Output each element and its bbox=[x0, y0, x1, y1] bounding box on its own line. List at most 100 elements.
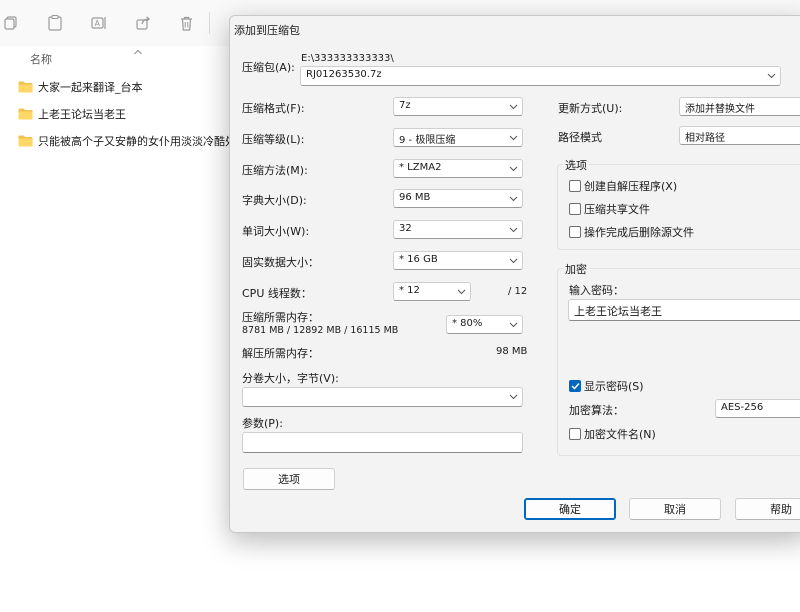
file-name: 只能被高个子又安静的女仆用淡淡冷酷处 bbox=[38, 135, 233, 148]
format-value: 7z bbox=[399, 100, 411, 111]
method-select[interactable]: * LZMA2 bbox=[393, 159, 523, 178]
level-label: 压缩等级(L): bbox=[242, 133, 305, 146]
cpu-select[interactable]: * 12 bbox=[393, 282, 471, 301]
checkbox-box bbox=[569, 226, 581, 238]
options-button[interactable]: 选项 bbox=[243, 468, 335, 490]
split-label: 分卷大小，字节(V): bbox=[242, 372, 339, 385]
help-button[interactable]: 帮助 bbox=[735, 498, 800, 520]
paste-icon[interactable] bbox=[44, 12, 66, 34]
copy-icon[interactable] bbox=[0, 12, 22, 34]
checkmark-icon bbox=[570, 382, 580, 390]
column-name-label: 名称 bbox=[30, 53, 52, 66]
folder-icon bbox=[18, 81, 33, 93]
rename-icon[interactable]: A bbox=[88, 12, 110, 34]
chevron-down-icon bbox=[509, 392, 518, 403]
shared-files-label: 压缩共享文件 bbox=[584, 203, 650, 216]
shared-files-checkbox[interactable]: 压缩共享文件 bbox=[569, 201, 650, 217]
format-label: 压缩格式(F): bbox=[242, 102, 305, 115]
delete-source-label: 操作完成后删除源文件 bbox=[584, 226, 694, 239]
delete-source-checkbox[interactable]: 操作完成后删除源文件 bbox=[569, 224, 694, 240]
password-value: 上老王论坛当老王 bbox=[574, 305, 662, 318]
chevron-down-icon bbox=[767, 71, 776, 82]
sfx-checkbox[interactable]: 创建自解压程序(X) bbox=[569, 178, 677, 194]
share-icon[interactable] bbox=[132, 12, 154, 34]
show-password-checkbox[interactable]: 显示密码(S) bbox=[569, 378, 644, 394]
folder-icon bbox=[18, 108, 33, 120]
column-header[interactable]: 名称 bbox=[0, 46, 230, 68]
word-select[interactable]: 32 bbox=[393, 220, 523, 239]
level-select[interactable]: 9 - 极限压缩 bbox=[393, 128, 523, 147]
cpu-label: CPU 线程数： bbox=[242, 287, 312, 300]
file-item[interactable]: 只能被高个子又安静的女仆用淡淡冷酷处 bbox=[18, 131, 233, 151]
chevron-down-icon bbox=[509, 102, 518, 113]
archive-path: E:\333333333333\ bbox=[301, 53, 394, 64]
mem-compress-select[interactable]: * 80% bbox=[446, 315, 523, 334]
file-name: 大家一起来翻译_台本 bbox=[38, 81, 143, 94]
mem-compress-value: * 80% bbox=[452, 318, 483, 329]
update-mode-select[interactable]: 添加并替换文件 bbox=[679, 97, 800, 116]
encrypt-names-label: 加密文件名(N) bbox=[584, 428, 656, 441]
svg-text:A: A bbox=[95, 19, 101, 28]
checkbox-checked bbox=[569, 380, 581, 392]
word-label: 单词大小(W): bbox=[242, 225, 310, 238]
level-value: 9 - 极限压缩 bbox=[399, 135, 456, 146]
sfx-label: 创建自解压程序(X) bbox=[584, 180, 678, 193]
chevron-down-icon bbox=[509, 320, 518, 331]
options-group-title: 选项 bbox=[563, 157, 589, 173]
format-select[interactable]: 7z bbox=[393, 97, 523, 116]
chevron-down-icon bbox=[509, 164, 518, 175]
path-mode-select[interactable]: 相对路径 bbox=[679, 126, 800, 145]
mem-compress-label: 压缩所需内存： bbox=[242, 311, 319, 324]
file-item[interactable]: 上老王论坛当老王 bbox=[18, 104, 233, 124]
solid-select[interactable]: * 16 GB bbox=[393, 251, 523, 270]
chevron-down-icon bbox=[457, 287, 466, 298]
mem-decompress-value: 98 MB bbox=[496, 346, 528, 357]
password-label: 输入密码： bbox=[569, 284, 624, 297]
encryption-method-label: 加密算法： bbox=[569, 404, 624, 417]
params-label: 参数(P): bbox=[242, 417, 283, 430]
encrypt-names-checkbox[interactable]: 加密文件名(N) bbox=[569, 426, 656, 442]
checkbox-box bbox=[569, 428, 581, 440]
folder-icon bbox=[18, 135, 33, 147]
solid-label: 固实数据大小： bbox=[242, 256, 319, 269]
ok-button[interactable]: 确定 bbox=[524, 498, 616, 520]
split-size-combo[interactable] bbox=[242, 387, 523, 407]
dict-label: 字典大小(D): bbox=[242, 194, 307, 207]
archive-label: 压缩包(A): bbox=[242, 61, 295, 74]
chevron-down-icon bbox=[509, 256, 518, 267]
path-mode-label: 路径模式 bbox=[558, 131, 602, 144]
archive-filename-combo[interactable]: RJ01263530.7z bbox=[300, 66, 781, 86]
encryption-method-select[interactable]: AES-256 bbox=[715, 399, 800, 418]
add-to-archive-dialog: 添加到压缩包 压缩包(A): E:\333333333333\ RJ012635… bbox=[229, 15, 800, 533]
cpu-value: * 12 bbox=[399, 285, 420, 296]
chevron-down-icon bbox=[509, 194, 518, 205]
solid-value: * 16 GB bbox=[399, 254, 438, 265]
archive-filename-value: RJ01263530.7z bbox=[306, 69, 382, 80]
update-mode-value: 添加并替换文件 bbox=[685, 104, 755, 115]
cpu-max: / 12 bbox=[508, 286, 528, 297]
sort-ascending-icon bbox=[133, 46, 143, 59]
word-value: 32 bbox=[399, 223, 412, 234]
mem-compress-detail: 8781 MB / 12892 MB / 16115 MB bbox=[242, 325, 399, 336]
path-mode-value: 相对路径 bbox=[685, 133, 725, 144]
show-password-label: 显示密码(S) bbox=[584, 380, 644, 393]
dialog-title: 添加到压缩包 bbox=[234, 24, 300, 37]
method-label: 压缩方法(M): bbox=[242, 164, 308, 177]
encryption-method-value: AES-256 bbox=[721, 402, 764, 413]
file-item[interactable]: 大家一起来翻译_台本 bbox=[18, 77, 233, 97]
checkbox-box bbox=[569, 180, 581, 192]
cancel-button[interactable]: 取消 bbox=[629, 498, 721, 520]
toolbar-separator bbox=[209, 12, 210, 34]
method-value: * LZMA2 bbox=[399, 162, 442, 173]
checkbox-box bbox=[569, 203, 581, 215]
delete-icon[interactable] bbox=[175, 12, 197, 34]
password-input[interactable]: 上老王论坛当老王 bbox=[568, 299, 800, 321]
mem-decompress-label: 解压所需内存： bbox=[242, 347, 319, 360]
dict-select[interactable]: 96 MB bbox=[393, 189, 523, 208]
chevron-down-icon bbox=[509, 225, 518, 236]
file-name: 上老王论坛当老王 bbox=[38, 108, 126, 121]
params-input[interactable] bbox=[242, 432, 523, 453]
update-mode-label: 更新方式(U): bbox=[558, 102, 623, 115]
chevron-down-icon bbox=[509, 133, 518, 144]
encryption-group-title: 加密 bbox=[563, 261, 589, 277]
